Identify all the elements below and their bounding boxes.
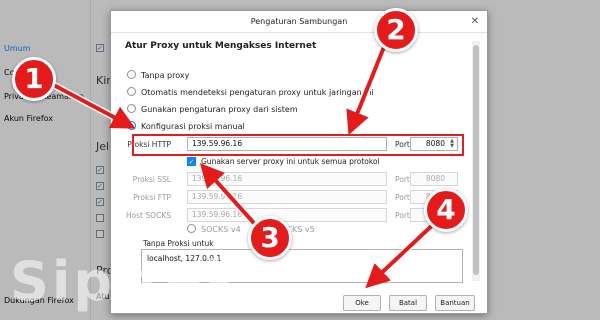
- step-marker-4: 4: [424, 188, 468, 232]
- arrow-1: [46, 80, 136, 129]
- step-marker-3: 3: [248, 216, 292, 260]
- annotation-arrows: [44, 38, 444, 289]
- step-marker-2: 2: [374, 8, 418, 52]
- arrow-2: [346, 40, 388, 136]
- step-marker-1: 1: [12, 57, 56, 101]
- arrow-4: [365, 216, 442, 289]
